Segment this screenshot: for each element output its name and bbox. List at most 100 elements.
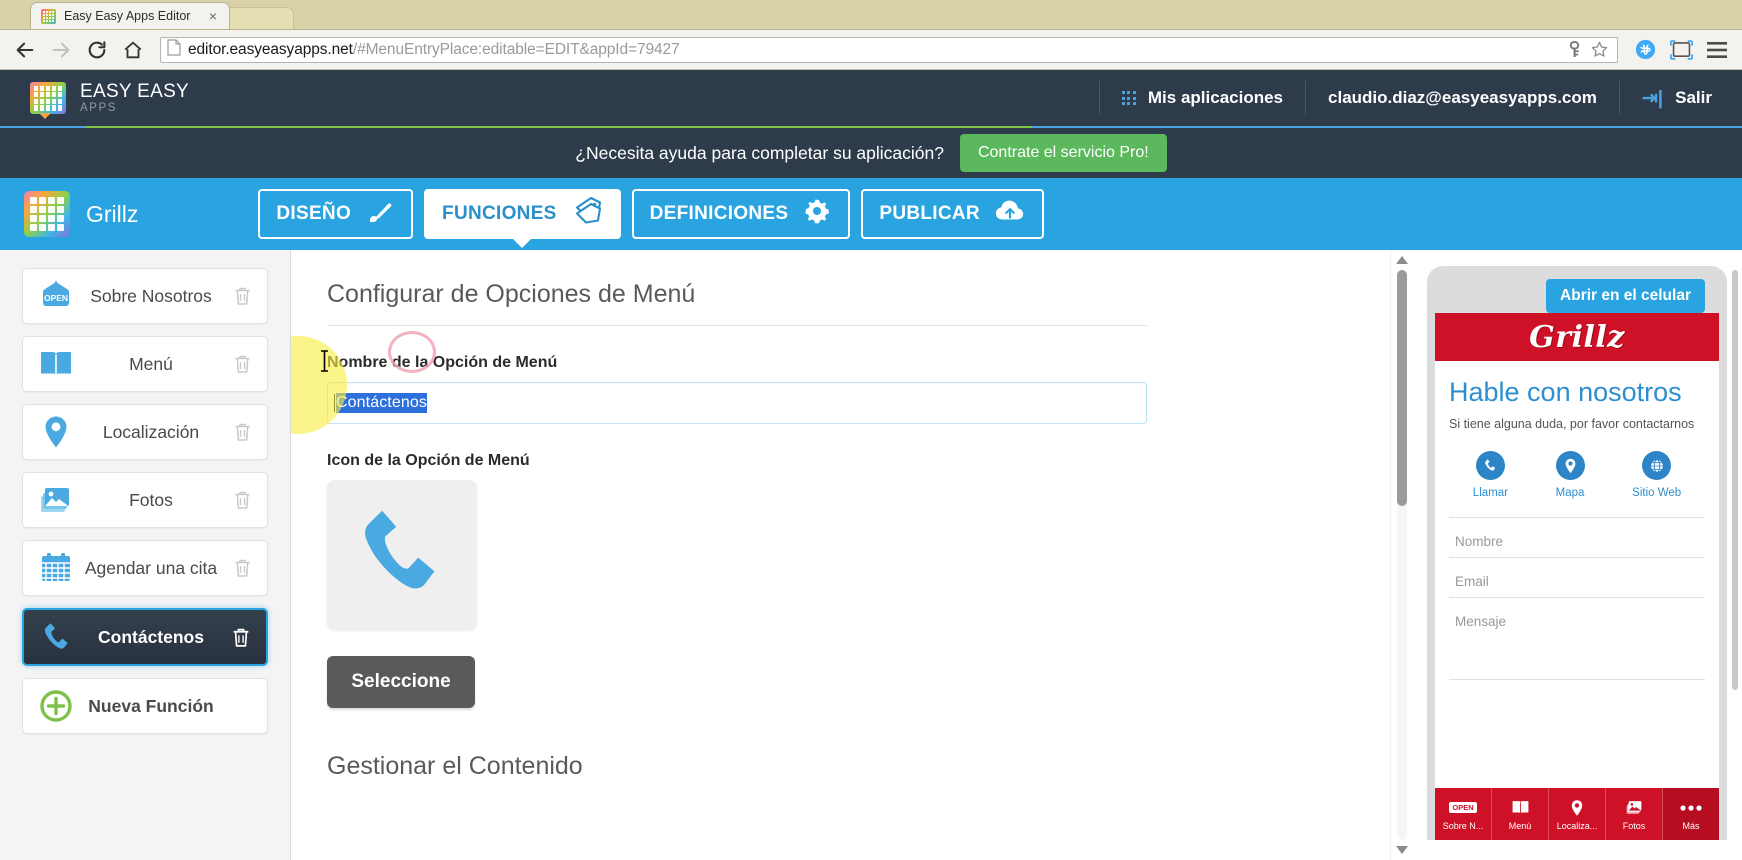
workspace: OPEN Sobre Nosotros Menú Localización Fo…: [0, 250, 1742, 860]
phone-icon: [36, 620, 78, 654]
app-tabs: DISEÑO FUNCIONES DEFINICIONES PUBLICAR: [258, 189, 1044, 239]
scroll-up-arrow-icon[interactable]: [1396, 256, 1408, 264]
sidebar-item-fotos[interactable]: Fotos: [22, 472, 268, 528]
phone-icon: [1475, 451, 1505, 480]
photos-icon: [35, 484, 77, 516]
tab-definiciones-label: DEFINICIONES: [649, 203, 789, 224]
close-icon[interactable]: ×: [205, 9, 221, 23]
tab-funciones-label: FUNCIONES: [442, 203, 557, 224]
open-sign-icon: OPEN: [35, 279, 77, 313]
forward-arrow-icon: [46, 35, 76, 65]
account-email[interactable]: claudio.diaz@easyeasyapps.com: [1305, 81, 1619, 115]
browser-tab[interactable]: Easy Easy Apps Editor ×: [30, 2, 230, 29]
sidebar-item-menu[interactable]: Menú: [22, 336, 268, 392]
hire-pro-service-button[interactable]: Contrate el servicio Pro!: [959, 134, 1167, 172]
logout-label: Salir: [1675, 88, 1712, 107]
menu-option-icon-preview[interactable]: [327, 480, 477, 630]
menu-option-form: Configurar de Opciones de Menú Nombre de…: [291, 280, 1147, 781]
trash-icon[interactable]: [229, 558, 255, 578]
cast-icon[interactable]: [1666, 35, 1696, 65]
key-icon[interactable]: [1567, 41, 1582, 58]
calendar-icon: [35, 552, 77, 584]
name-field-label: Nombre de la Opción de Menú: [327, 354, 558, 371]
phone-tab-label: Sobre N...: [1442, 820, 1484, 831]
text-caret: [334, 394, 335, 412]
phone-screen-title: Hable con nosotros: [1449, 377, 1682, 407]
extension-icon[interactable]: [1630, 35, 1660, 65]
trash-icon[interactable]: [229, 422, 255, 442]
page-title: Configurar de Opciones de Menú: [327, 280, 1147, 326]
phone-tab-label: Más: [1682, 820, 1700, 831]
address-bar[interactable]: editor.easyeasyapps.net/#MenuEntryPlace:…: [160, 36, 1618, 63]
tab-publicar[interactable]: PUBLICAR: [861, 189, 1044, 239]
phone-tab-fotos[interactable]: Fotos: [1606, 788, 1663, 840]
sidebar-item-label: Fotos: [129, 489, 173, 510]
account-email-label: claudio.diaz@easyeasyapps.com: [1328, 88, 1597, 107]
sidebar-item-label: Contáctenos: [98, 626, 204, 647]
my-apps-button[interactable]: Mis aplicaciones: [1098, 81, 1305, 115]
phone-screen-subtitle: Si tiene alguna duda, por favor contacta…: [1449, 417, 1695, 431]
map-pin-icon: [35, 415, 77, 449]
phone-mockup: Abrir en el celular Grillz Hable con nos…: [1427, 266, 1727, 840]
current-app: Grillz: [0, 191, 138, 237]
phone-action-llamar[interactable]: Llamar: [1473, 451, 1508, 499]
new-tab-button[interactable]: [222, 7, 294, 29]
app-tabs-bar: Grillz DISEÑO FUNCIONES DEFINICIONES PUB…: [0, 178, 1742, 250]
manage-content-title: Gestionar el Contenido: [327, 752, 583, 780]
globe-icon: [1642, 451, 1672, 480]
logout-button[interactable]: ⇥| Salir: [1618, 81, 1742, 115]
hamburger-menu-icon[interactable]: [1702, 35, 1732, 65]
scroll-down-arrow-icon[interactable]: [1396, 846, 1408, 854]
phone-screen: Grillz Hable con nosotros Si tiene algun…: [1435, 313, 1719, 840]
tags-icon: [571, 195, 603, 233]
sidebar-item-localizacion[interactable]: Localización: [22, 404, 268, 460]
browser-toolbar: editor.easyeasyapps.net/#MenuEntryPlace:…: [0, 30, 1742, 70]
reload-icon[interactable]: [82, 35, 112, 65]
star-icon[interactable]: [1590, 40, 1609, 59]
preview-scrollbar-thumb[interactable]: [1732, 270, 1738, 690]
app-name: Grillz: [86, 200, 139, 227]
phone-tab-localizacion[interactable]: Localiza...: [1549, 788, 1606, 840]
open-sign-icon: OPEN: [1449, 798, 1477, 818]
sidebar-item-contactenos[interactable]: Contáctenos: [22, 608, 268, 666]
scrollbar-thumb[interactable]: [1397, 270, 1407, 506]
tab-definiciones[interactable]: DEFINICIONES: [631, 189, 851, 239]
tab-diseno[interactable]: DISEÑO: [258, 189, 414, 239]
phone-field-nombre[interactable]: Nombre: [1449, 518, 1705, 558]
phone-tab-mas[interactable]: Más: [1663, 788, 1719, 840]
trash-icon[interactable]: [228, 627, 254, 648]
gear-icon: [802, 196, 832, 232]
url-path: /#MenuEntryPlace:editable=EDIT&appId=794…: [352, 40, 680, 58]
photos-icon: [1625, 798, 1644, 818]
phone-tab-sobre-nosotros[interactable]: OPEN Sobre N...: [1435, 788, 1492, 840]
trash-icon[interactable]: [229, 490, 255, 510]
functions-sidebar: OPEN Sobre Nosotros Menú Localización Fo…: [0, 250, 291, 860]
brand-logo-group[interactable]: EASY EASY APPS: [0, 82, 189, 119]
phone-field-email[interactable]: Email: [1449, 558, 1705, 598]
tab-funciones[interactable]: FUNCIONES: [424, 189, 621, 239]
menu-option-name-input[interactable]: Contáctenos: [327, 382, 1147, 424]
sidebar-item-sobre-nosotros[interactable]: OPEN Sobre Nosotros: [22, 268, 268, 324]
text-cursor-icon: [319, 350, 330, 376]
book-icon: [35, 348, 77, 380]
trash-icon[interactable]: [229, 286, 255, 306]
phone-preview-panel: Abrir en el celular Grillz Hable con nos…: [1412, 250, 1742, 860]
open-on-mobile-button[interactable]: Abrir en el celular: [1546, 279, 1705, 313]
phone-field-mensaje[interactable]: Mensaje: [1449, 598, 1705, 680]
select-icon-button[interactable]: Seleccione: [327, 656, 475, 708]
back-arrow-icon[interactable]: [10, 35, 40, 65]
grillz-app-logo-icon: [24, 191, 70, 237]
home-icon[interactable]: [118, 35, 148, 65]
phone-action-sitio-web[interactable]: Sitio Web: [1632, 451, 1681, 499]
content-scrollbar[interactable]: [1390, 250, 1412, 860]
new-function-button[interactable]: Nueva Función: [22, 678, 268, 734]
sidebar-item-label: Agendar una cita: [84, 557, 218, 578]
sidebar-item-agendar-una-cita[interactable]: Agendar una cita: [22, 540, 268, 596]
map-pin-icon: [1555, 451, 1585, 480]
phone-action-mapa[interactable]: Mapa: [1555, 451, 1585, 499]
phone-app-logo: Grillz: [1529, 319, 1625, 355]
web-application: EASY EASY APPS Mis aplicaciones claudio.…: [0, 70, 1742, 860]
trash-icon[interactable]: [229, 354, 255, 374]
main-content: Configurar de Opciones de Menú Nombre de…: [291, 250, 1390, 860]
phone-tab-menu[interactable]: Menú: [1492, 788, 1549, 840]
